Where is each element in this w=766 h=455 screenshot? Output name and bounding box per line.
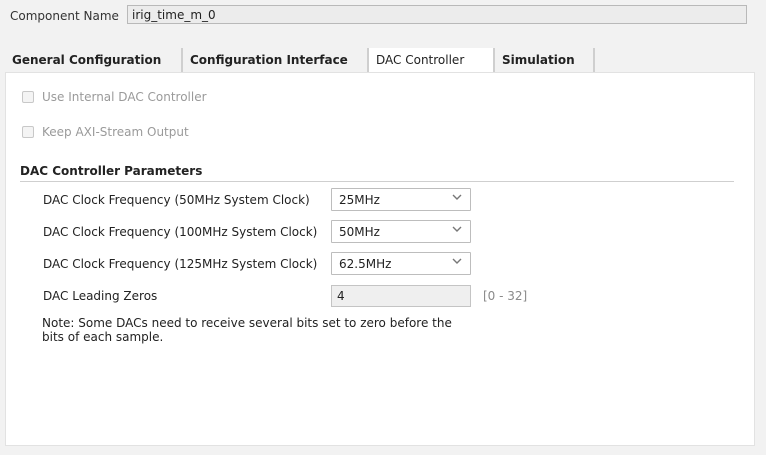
clock-100mhz-label: DAC Clock Frequency (100MHz System Clock…: [43, 225, 318, 239]
chevron-down-icon: [452, 226, 462, 232]
component-name-row: Component Name: [0, 0, 766, 32]
clock-100mhz-value: 50MHz: [339, 225, 380, 239]
keep-axi-stream-label: Keep AXI-Stream Output: [42, 125, 189, 139]
component-name-input[interactable]: [127, 5, 747, 24]
section-title: DAC Controller Parameters: [20, 164, 203, 178]
component-name-label: Component Name: [10, 9, 119, 23]
tab-configuration-interface[interactable]: Configuration Interface: [183, 48, 369, 72]
tab-bar: General Configuration Configuration Inte…: [5, 48, 755, 73]
tab-dac-controller[interactable]: DAC Controller: [369, 48, 495, 73]
clock-125mhz-label: DAC Clock Frequency (125MHz System Clock…: [43, 257, 318, 271]
use-internal-dac-label: Use Internal DAC Controller: [42, 90, 207, 104]
tab-simulation[interactable]: Simulation: [495, 48, 595, 72]
leading-zeros-label: DAC Leading Zeros: [43, 289, 158, 303]
leading-zeros-range: [0 - 32]: [483, 289, 528, 303]
clock-50mhz-value: 25MHz: [339, 193, 380, 207]
tab-general-configuration[interactable]: General Configuration: [5, 48, 183, 72]
chevron-down-icon: [452, 194, 462, 200]
section-divider: [20, 181, 734, 182]
use-internal-dac-checkbox[interactable]: [22, 91, 34, 103]
keep-axi-stream-checkbox[interactable]: [22, 126, 34, 138]
dac-controller-panel: Use Internal DAC Controller Keep AXI-Str…: [5, 72, 755, 446]
clock-50mhz-label: DAC Clock Frequency (50MHz System Clock): [43, 193, 310, 207]
leading-zeros-note: Note: Some DACs need to receive several …: [42, 316, 452, 344]
clock-125mhz-value: 62.5MHz: [339, 257, 392, 271]
leading-zeros-input[interactable]: [331, 285, 471, 307]
chevron-down-icon: [452, 258, 462, 264]
clock-50mhz-select[interactable]: 25MHz: [331, 188, 471, 211]
clock-100mhz-select[interactable]: 50MHz: [331, 220, 471, 243]
clock-125mhz-select[interactable]: 62.5MHz: [331, 252, 471, 275]
